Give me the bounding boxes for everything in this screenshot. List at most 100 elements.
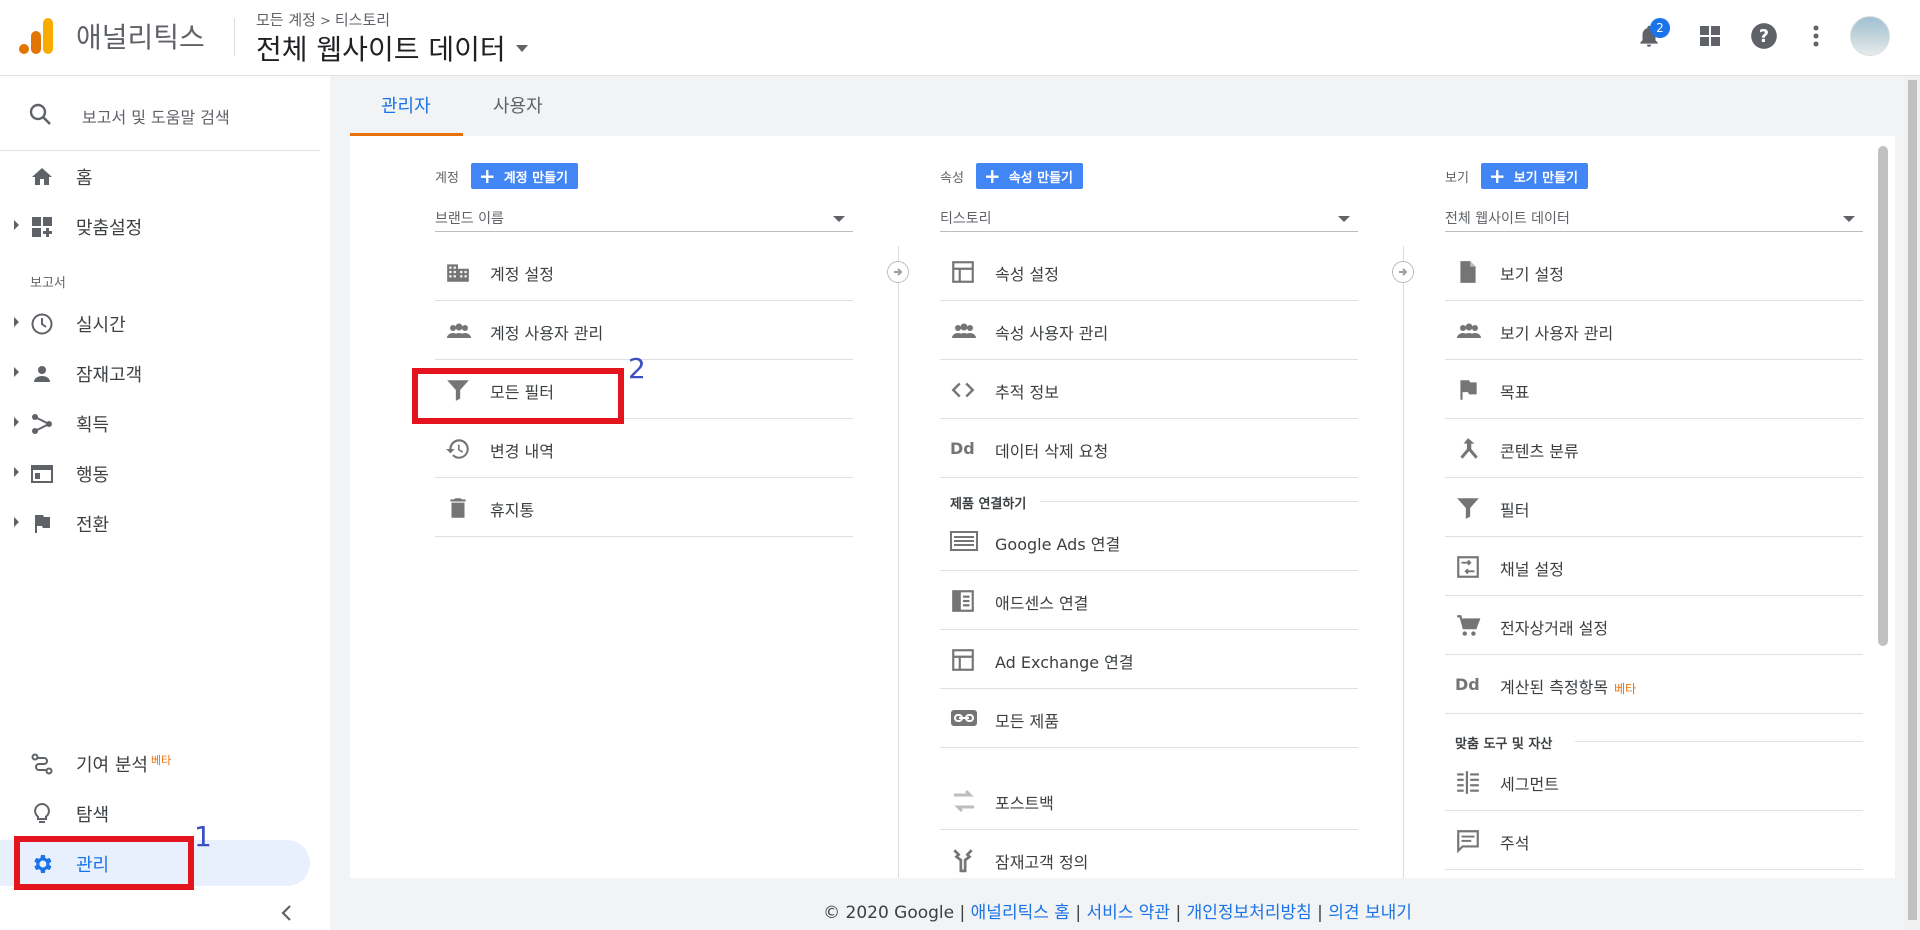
analytics-logo-icon[interactable] <box>19 18 53 54</box>
document-icon <box>1455 259 1481 285</box>
caret-down-icon <box>1338 216 1350 222</box>
apps-grid-icon[interactable] <box>1694 20 1726 52</box>
footer-separator: | <box>1317 903 1323 923</box>
beta-badge: 베타 <box>150 754 172 767</box>
footer-link-feedback[interactable]: 의견 보내기 <box>1328 903 1412 923</box>
channel-settings[interactable]: 채널 설정 <box>1445 538 1863 596</box>
nav-customization[interactable]: 맞춤설정 <box>0 203 320 249</box>
expand-arrow-icon <box>14 317 19 327</box>
tab-user[interactable]: 사용자 <box>493 92 543 118</box>
footer-link-privacy[interactable]: 개인정보처리방침 <box>1187 903 1312 923</box>
create-property-button[interactable]: + 속성 만들기 <box>975 163 1084 189</box>
tab-admin[interactable]: 관리자 <box>381 92 431 118</box>
column-separator <box>898 246 899 878</box>
top-app-bar: 애널리틱스 모든 계정 > 티스토리 전체 웹사이트 데이터 2 ? <box>0 0 1920 76</box>
view-select[interactable]: 전체 웹사이트 데이터 <box>1445 204 1863 232</box>
nav-realtime[interactable]: 실시간 <box>0 300 320 346</box>
expand-arrow-icon <box>14 467 19 477</box>
search-reports[interactable]: 보고서 및 도움말 검색 <box>0 76 320 151</box>
breadcrumb-account[interactable]: 모든 계정 <box>256 11 316 29</box>
heading-divider <box>1040 501 1358 502</box>
account-select[interactable]: 브랜드 이름 <box>435 204 853 232</box>
nav-behavior[interactable]: 행동 <box>0 450 320 496</box>
property-select[interactable]: 티스토리 <box>940 204 1358 232</box>
help-icon[interactable]: ? <box>1748 20 1780 52</box>
nav-home-label: 홈 <box>76 168 93 189</box>
ad-exchange-link[interactable]: Ad Exchange 연결 <box>940 631 1358 689</box>
view-header: 보기 + 보기 만들기 <box>1445 163 1589 189</box>
create-account-button[interactable]: + 계정 만들기 <box>470 163 579 189</box>
ads-link-icon <box>950 529 978 555</box>
code-icon <box>950 377 976 403</box>
view-select-value: 전체 웹사이트 데이터 <box>1445 211 1570 227</box>
left-nav: 보고서 및 도움말 검색 홈 맞춤설정 보고서 실시간 잠재고객 획득 행동 전… <box>0 76 320 930</box>
admin-tabs: 관리자 사용자 <box>330 76 1905 136</box>
data-deletion-request-label: 데이터 삭제 요청 <box>995 442 1109 461</box>
admin-main: 관리자 사용자 계정 + 계정 만들기 브랜드 이름 계정 설정 계정 사용자 관… <box>330 76 1905 930</box>
property-settings[interactable]: 속성 설정 <box>940 243 1358 301</box>
view-filters[interactable]: 필터 <box>1445 479 1863 537</box>
column-separator <box>1403 246 1404 878</box>
web-page-icon <box>30 462 54 486</box>
chevron-right-icon: > <box>319 14 331 29</box>
layout-icon <box>950 259 976 285</box>
annotations[interactable]: 주석 <box>1445 812 1863 870</box>
breadcrumb[interactable]: 모든 계정 > 티스토리 <box>256 9 390 30</box>
tracking-info[interactable]: 추적 정보 <box>940 361 1358 419</box>
footer-link-analytics-home[interactable]: 애널리틱스 홈 <box>971 903 1070 923</box>
nav-audience[interactable]: 잠재고객 <box>0 350 320 396</box>
content-grouping-label: 콘텐츠 분류 <box>1500 442 1579 461</box>
footer-link-terms[interactable]: 서비스 약관 <box>1086 903 1170 923</box>
change-history[interactable]: 변경 내역 <box>435 420 853 478</box>
data-deletion-request[interactable]: Dd 데이터 삭제 요청 <box>940 420 1358 478</box>
change-history-label: 변경 내역 <box>490 442 554 461</box>
view-label: 보기 <box>1445 170 1469 186</box>
expand-arrow-icon <box>14 517 19 527</box>
caret-down-icon <box>515 44 528 52</box>
svg-text:?: ? <box>1759 27 1769 47</box>
collapse-nav-chevron-icon[interactable] <box>280 904 294 922</box>
link-icon <box>950 706 977 732</box>
nav-conversions[interactable]: 전환 <box>0 500 320 546</box>
view-settings[interactable]: 보기 설정 <box>1445 243 1863 301</box>
trash-icon <box>445 495 471 521</box>
audience-definitions-label: 잠재고객 정의 <box>995 853 1089 872</box>
create-account-label: 계정 만들기 <box>503 170 569 186</box>
audience-definitions[interactable]: 잠재고객 정의 <box>940 831 1358 878</box>
nav-acquisition[interactable]: 획득 <box>0 400 320 446</box>
breadcrumb-property[interactable]: 티스토리 <box>335 11 390 29</box>
attribution-text: 기여 분석 <box>76 755 148 776</box>
account-settings[interactable]: 계정 설정 <box>435 243 853 301</box>
account-avatar[interactable] <box>1850 16 1890 56</box>
view-user-management[interactable]: 보기 사용자 관리 <box>1445 302 1863 360</box>
goals[interactable]: 목표 <box>1445 361 1863 419</box>
nav-acquisition-label: 획득 <box>76 415 110 436</box>
segments[interactable]: 세그먼트 <box>1445 753 1863 811</box>
nav-home[interactable]: 홈 <box>0 153 320 199</box>
all-products-link[interactable]: 모든 제품 <box>940 690 1358 748</box>
view-selector[interactable]: 전체 웹사이트 데이터 <box>256 28 528 68</box>
plus-icon: + <box>478 164 496 188</box>
nav-attribution[interactable]: 기여 분석 베타 <box>0 740 320 786</box>
property-user-management[interactable]: 속성 사용자 관리 <box>940 302 1358 360</box>
ecommerce-settings[interactable]: 전자상거래 설정 <box>1445 597 1863 655</box>
dd-icon: Dd <box>950 439 975 458</box>
people-icon <box>445 318 471 344</box>
nav-explore[interactable]: 탐색 <box>0 790 320 836</box>
postbacks[interactable]: 포스트백 <box>940 772 1358 830</box>
google-ads-link[interactable]: Google Ads 연결 <box>940 513 1358 571</box>
nav-audience-label: 잠재고객 <box>76 365 143 386</box>
content-grouping[interactable]: 콘텐츠 분류 <box>1445 420 1863 478</box>
create-view-button[interactable]: + 보기 만들기 <box>1480 163 1589 189</box>
calculated-metrics[interactable]: Dd 계산된 측정항목 베타 <box>1445 656 1863 714</box>
panel-scrollbar[interactable] <box>1878 146 1888 646</box>
dd-icon: Dd <box>1455 675 1480 694</box>
window-scrollbar-thumb[interactable] <box>1908 80 1917 920</box>
arrow-right-circle-icon <box>887 261 909 283</box>
adsense-link[interactable]: 애드센스 연결 <box>940 572 1358 630</box>
trash[interactable]: 휴지통 <box>435 479 853 537</box>
people-icon <box>1455 318 1481 344</box>
home-icon <box>30 165 54 189</box>
more-vert-icon[interactable] <box>1800 20 1832 52</box>
ecommerce-settings-label: 전자상거래 설정 <box>1500 619 1609 638</box>
